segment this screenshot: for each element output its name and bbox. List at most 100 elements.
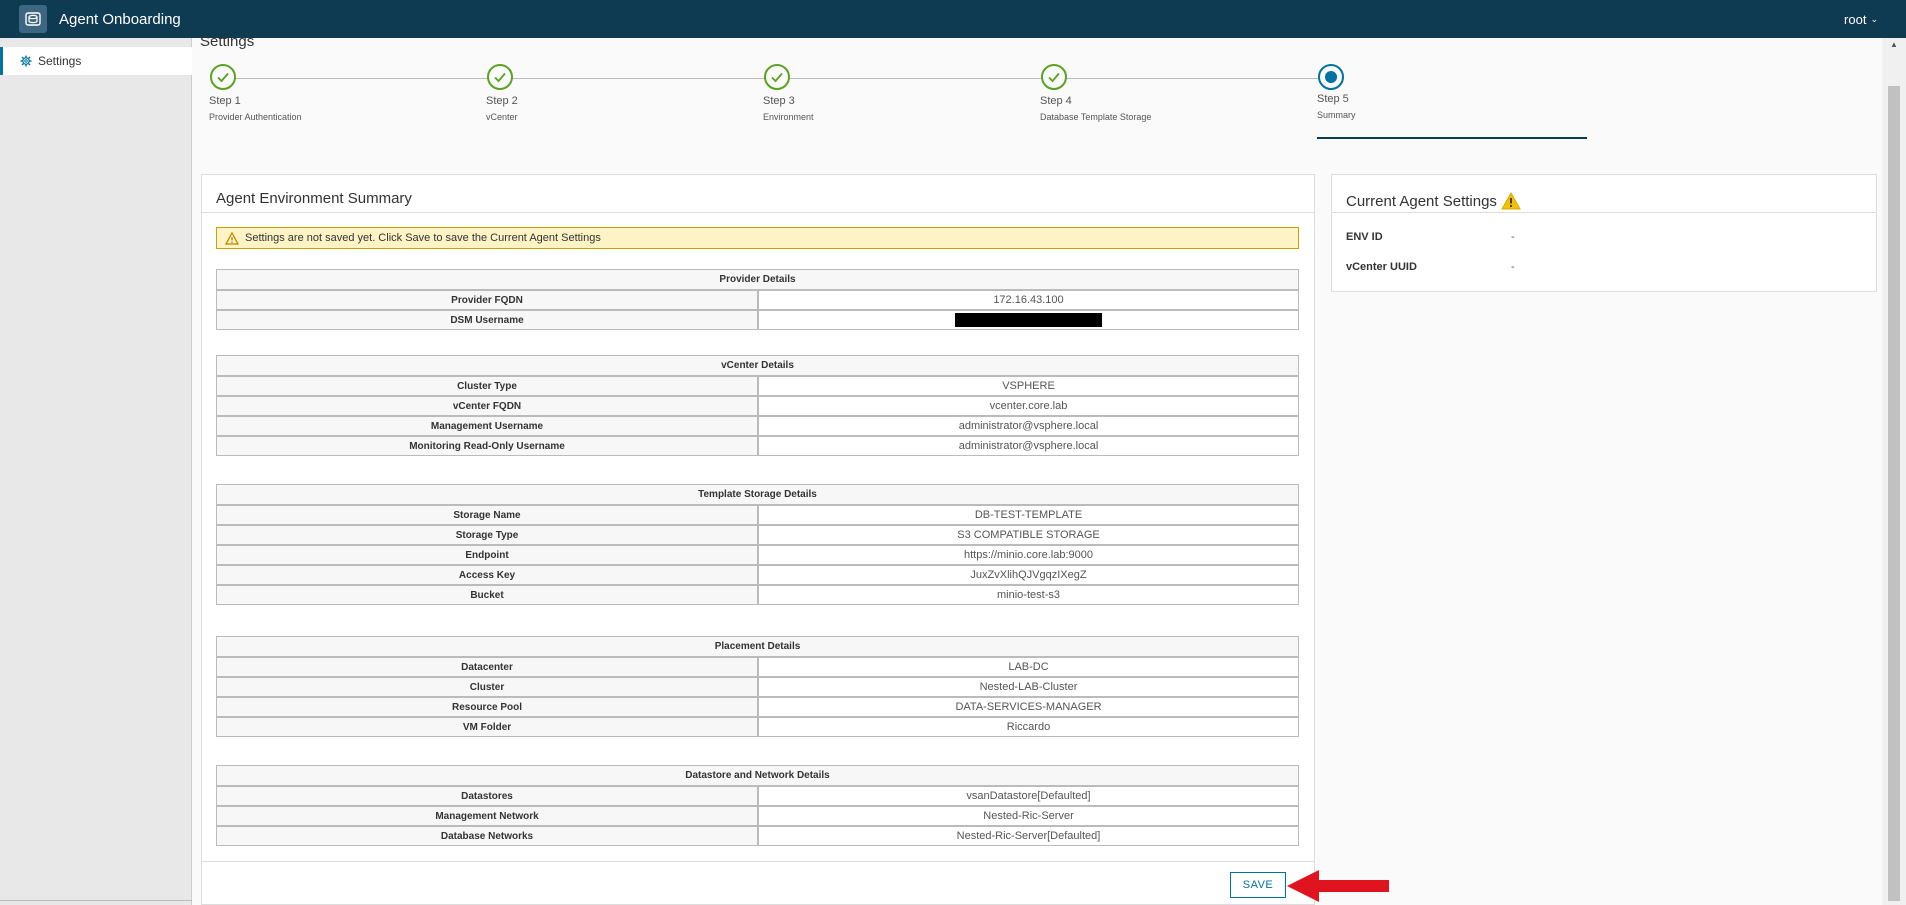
row-value: Nested-Ric-Server[Defaulted] bbox=[758, 826, 1299, 846]
redaction-bar bbox=[955, 313, 1102, 327]
step-5[interactable]: Step 5 Summary bbox=[1300, 64, 1530, 120]
table-row: Storage Name DB-TEST-TEMPLATE bbox=[216, 505, 1299, 525]
app-logo-icon[interactable] bbox=[19, 5, 47, 33]
row-key: Bucket bbox=[216, 585, 758, 605]
table-row: Resource Pool DATA-SERVICES-MANAGER bbox=[216, 697, 1299, 717]
scroll-up-icon[interactable]: ▲ bbox=[1882, 40, 1906, 52]
row-value: DB-TEST-TEMPLATE bbox=[758, 505, 1299, 525]
row-key: Management Username bbox=[216, 416, 758, 436]
row-value: LAB-DC bbox=[758, 657, 1299, 677]
card-footer-divider bbox=[202, 861, 1314, 862]
scrollbar-thumb[interactable] bbox=[1888, 86, 1900, 901]
row-key: VM Folder bbox=[216, 717, 758, 737]
step-4[interactable]: Step 4 Database Template Storage bbox=[1023, 64, 1253, 122]
table-row: vCenter FQDN vcenter.core.lab bbox=[216, 396, 1299, 416]
template-storage-table: Template Storage Details Storage Name DB-… bbox=[216, 484, 1299, 605]
row-value: https://minio.core.lab:9000 bbox=[758, 545, 1299, 565]
active-step-underline bbox=[1317, 137, 1587, 139]
warning-text: Settings are not saved yet. Click Save t… bbox=[245, 232, 601, 244]
sidebar-item-label: Settings bbox=[38, 54, 82, 68]
row-key: Storage Name bbox=[216, 505, 758, 525]
row-key: Cluster bbox=[216, 677, 758, 697]
sidebar-item-settings[interactable]: Settings bbox=[0, 47, 192, 75]
check-circle-icon bbox=[1041, 64, 1067, 90]
row-key: Access Key bbox=[216, 565, 758, 585]
table-row: VM Folder Riccardo bbox=[216, 717, 1299, 737]
row-key: Endpoint bbox=[216, 545, 758, 565]
row-value: - bbox=[1511, 261, 1515, 273]
row-key: vCenter FQDN bbox=[216, 396, 758, 416]
row-key: Cluster Type bbox=[216, 376, 758, 396]
row-key: Database Networks bbox=[216, 826, 758, 846]
row-key: Resource Pool bbox=[216, 697, 758, 717]
step-2[interactable]: Step 2 vCenter bbox=[469, 64, 699, 122]
warning-icon bbox=[225, 231, 239, 245]
check-circle-icon bbox=[210, 64, 236, 90]
step-label: Summary bbox=[1317, 110, 1356, 120]
step-label: Environment bbox=[763, 112, 814, 122]
table-row: Endpoint https://minio.core.lab:9000 bbox=[216, 545, 1299, 565]
app-title: Agent Onboarding bbox=[59, 10, 181, 28]
step-label: vCenter bbox=[486, 112, 518, 122]
row-key: vCenter UUID bbox=[1346, 261, 1417, 273]
row-value: Nested-LAB-Cluster bbox=[758, 677, 1299, 697]
current-settings-header: Current Agent Settings bbox=[1332, 175, 1876, 213]
row-value: minio-test-s3 bbox=[758, 585, 1299, 605]
table-row: Provider FQDN 172.16.43.100 bbox=[216, 290, 1299, 310]
section-title: Template Storage Details bbox=[216, 484, 1299, 505]
row-key: Datacenter bbox=[216, 657, 758, 677]
row-key: Monitoring Read-Only Username bbox=[216, 436, 758, 456]
main-content: Settings Step 1 Provider Authentication … bbox=[192, 33, 1882, 905]
vcenter-details-table: vCenter Details Cluster Type VSPHERE vCen… bbox=[216, 355, 1299, 456]
step-1[interactable]: Step 1 Provider Authentication bbox=[192, 64, 422, 122]
datastore-network-table: Datastore and Network Details Datastores… bbox=[216, 765, 1299, 846]
table-row: DSM Username bbox=[216, 310, 1299, 330]
row-key: Provider FQDN bbox=[216, 290, 758, 310]
current-step-icon bbox=[1318, 64, 1344, 90]
row-key: Management Network bbox=[216, 806, 758, 826]
row-value: vcenter.core.lab bbox=[758, 396, 1299, 416]
row-value: - bbox=[1511, 231, 1515, 243]
user-name: root bbox=[1844, 11, 1867, 27]
provider-details-table: Provider Details Provider FQDN 172.16.43… bbox=[216, 269, 1299, 330]
step-3[interactable]: Step 3 Environment bbox=[746, 64, 976, 122]
row-value: VSPHERE bbox=[758, 376, 1299, 396]
chevron-down-icon: ⌄ bbox=[1870, 13, 1878, 24]
section-title: vCenter Details bbox=[216, 355, 1299, 376]
row-value: JuxZvXlihQJVgqzIXegZ bbox=[758, 565, 1299, 585]
annotation-arrow-icon bbox=[1287, 870, 1389, 902]
step-number: Step 1 bbox=[209, 95, 241, 107]
summary-card: Agent Environment Summary Settings are n… bbox=[201, 174, 1315, 905]
table-row: Management Network Nested-Ric-Server bbox=[216, 806, 1299, 826]
row-value: S3 COMPATIBLE STORAGE bbox=[758, 525, 1299, 545]
table-row: Access Key JuxZvXlihQJVgqzIXegZ bbox=[216, 565, 1299, 585]
row-value-redacted bbox=[758, 310, 1299, 330]
row-key: DSM Username bbox=[216, 310, 758, 330]
row-value: 172.16.43.100 bbox=[758, 290, 1299, 310]
section-title: Provider Details bbox=[216, 269, 1299, 290]
step-number: Step 5 bbox=[1317, 93, 1349, 105]
warning-icon bbox=[1501, 192, 1521, 210]
table-row: Cluster Type VSPHERE bbox=[216, 376, 1299, 396]
user-menu[interactable]: root ⌄ bbox=[1844, 0, 1878, 38]
sidebar: Settings bbox=[0, 38, 192, 905]
row-key: Storage Type bbox=[216, 525, 758, 545]
section-title: Placement Details bbox=[216, 636, 1299, 657]
check-circle-icon bbox=[764, 64, 790, 90]
table-row: Bucket minio-test-s3 bbox=[216, 585, 1299, 605]
table-row: Database Networks Nested-Ric-Server[Defau… bbox=[216, 826, 1299, 846]
table-row: Datastores vsanDatastore[Defaulted] bbox=[216, 786, 1299, 806]
table-row: Management Username administrator@vsphere… bbox=[216, 416, 1299, 436]
table-row: Datacenter LAB-DC bbox=[216, 657, 1299, 677]
gear-icon bbox=[20, 55, 32, 67]
row-value: DATA-SERVICES-MANAGER bbox=[758, 697, 1299, 717]
app-header: Agent Onboarding root ⌄ bbox=[0, 0, 1906, 38]
row-key: ENV ID bbox=[1346, 231, 1383, 243]
row-value: vsanDatastore[Defaulted] bbox=[758, 786, 1299, 806]
step-number: Step 2 bbox=[486, 95, 518, 107]
section-title: Datastore and Network Details bbox=[216, 765, 1299, 786]
current-settings-card: Current Agent Settings ENV ID - vCenter … bbox=[1331, 174, 1877, 292]
table-row: Monitoring Read-Only Username administrat… bbox=[216, 436, 1299, 456]
table-row: Storage Type S3 COMPATIBLE STORAGE bbox=[216, 525, 1299, 545]
save-button[interactable]: SAVE bbox=[1230, 872, 1286, 898]
